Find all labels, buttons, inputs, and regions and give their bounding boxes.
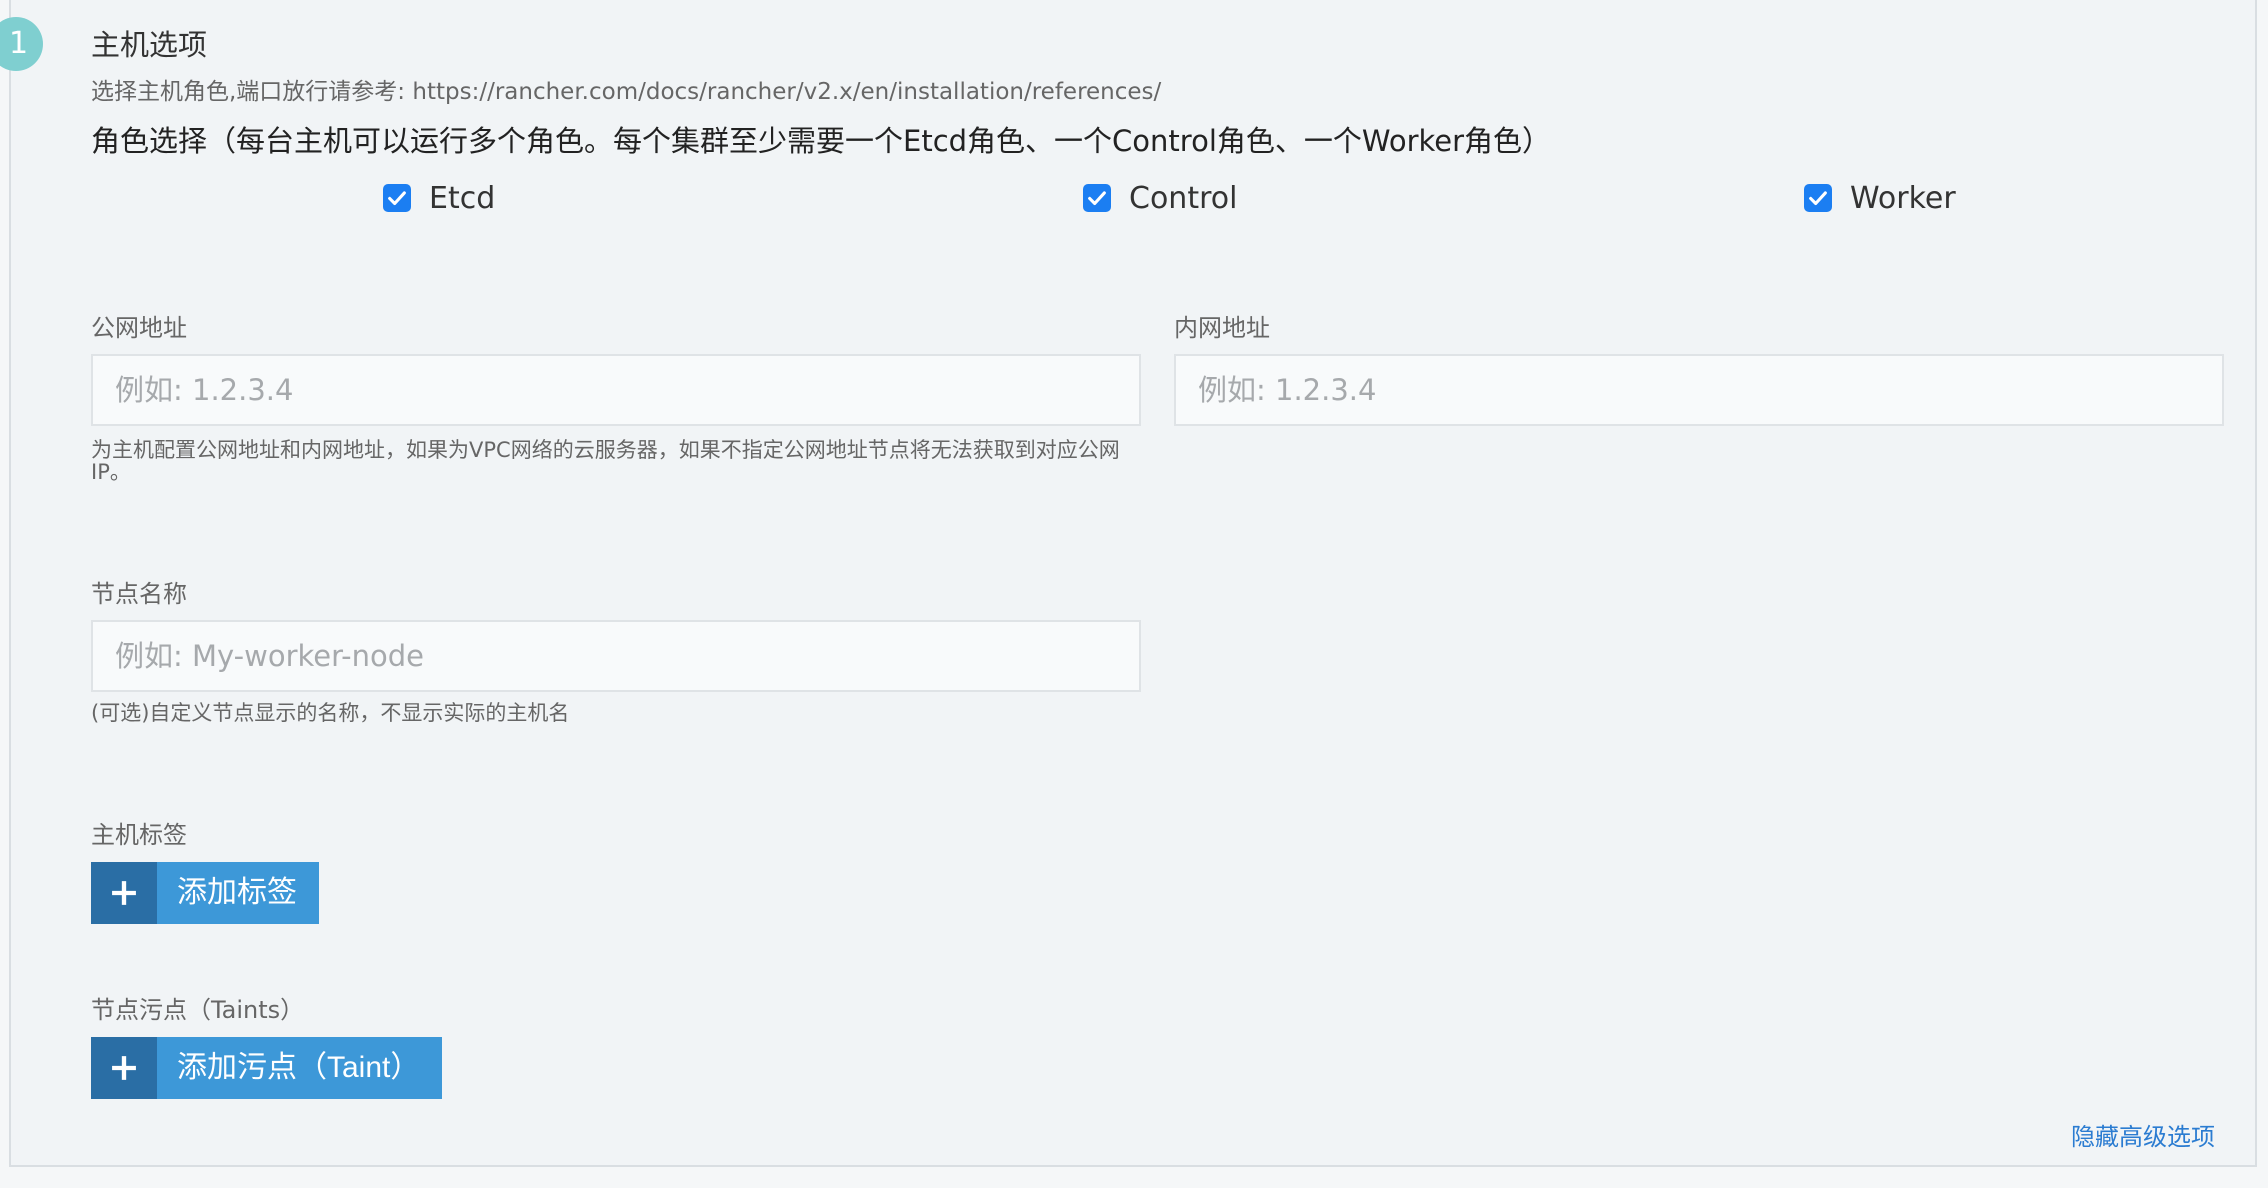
taints-label: 节点污点（Taints） [91,996,305,1024]
add-label-button[interactable]: 添加标签 [91,862,319,924]
add-label-button-label: 添加标签 [177,876,297,909]
section-title: 主机选项 [91,28,208,62]
checkmark-icon [1088,191,1106,206]
role-worker[interactable]: Worker [1804,178,1956,218]
host-options-panel: 1 主机选项 选择主机角色,端口放行请参考: https://rancher.c… [0,0,2257,1167]
public-address-help: 为主机配置公网地址和内网地址，如果为VPC网络的云服务器，如果不指定公网地址节点… [91,438,1120,484]
add-taint-button-label: 添加污点（Taint） [177,1051,421,1084]
role-selection-heading: 角色选择（每台主机可以运行多个角色。每个集群至少需要一个Etcd角色、一个Con… [91,124,1552,158]
checkmark-icon [388,191,406,206]
internal-address-input[interactable] [1174,354,2224,426]
control-label[interactable]: Control [1129,181,1237,216]
internal-address-label: 内网地址 [1174,314,1270,342]
checkmark-icon [1809,191,1827,206]
section-description: 选择主机角色,端口放行请参考: https://rancher.com/docs… [91,79,1162,105]
etcd-checkbox[interactable] [383,184,411,212]
worker-checkbox[interactable] [1804,184,1832,212]
plus-icon [91,1037,157,1099]
node-name-label: 节点名称 [91,580,187,608]
node-name-help: (可选)自定义节点显示的名称，不显示实际的主机名 [91,701,570,725]
role-control[interactable]: Control [1083,178,1237,218]
role-etcd[interactable]: Etcd [383,178,495,218]
node-name-input[interactable] [91,620,1141,692]
host-labels-label: 主机标签 [91,821,187,849]
hide-advanced-options-link[interactable]: 隐藏高级选项 [2071,1117,2215,1152]
public-address-label: 公网地址 [91,314,187,342]
plus-icon [91,862,157,924]
public-address-input[interactable] [91,354,1141,426]
control-checkbox[interactable] [1083,184,1111,212]
step-badge: 1 [0,17,43,71]
add-taint-button[interactable]: 添加污点（Taint） [91,1037,443,1099]
worker-label[interactable]: Worker [1850,181,1956,216]
etcd-label[interactable]: Etcd [429,181,495,216]
